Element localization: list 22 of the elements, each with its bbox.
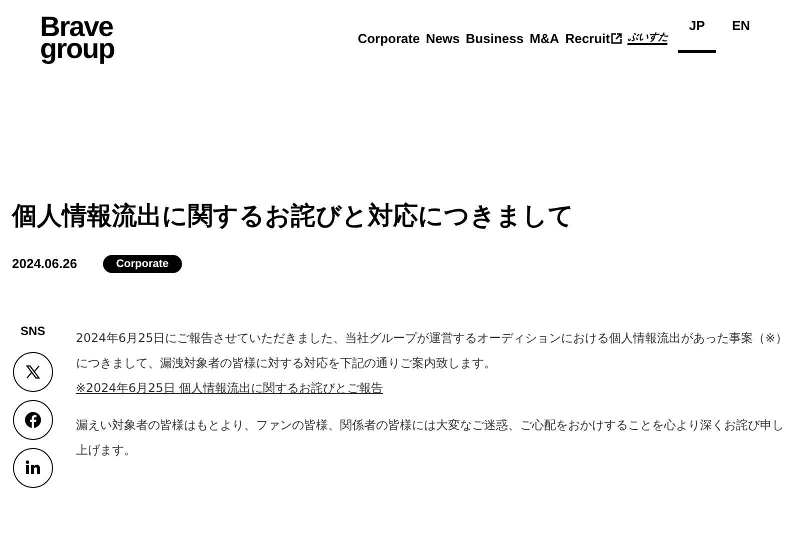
nav-link[interactable]: Business xyxy=(466,28,524,48)
article-date: 2024.06.26 xyxy=(12,255,78,273)
nav-link[interactable]: News xyxy=(426,28,460,48)
article-title: 個人情報流出に関するお詫びと対応につきまして xyxy=(12,200,575,232)
sns-label: SNS xyxy=(20,322,46,340)
nav-link[interactable]: Recruit xyxy=(565,28,622,48)
nav-link[interactable]: M&A xyxy=(530,28,560,48)
body-paragraph: 2024年6月25日にご報告させていただきました、当社グループが運営するオーディションにおける個人情報流出があった事案（※）につきまして、漏洩対象者の皆様に対する対応を下記の通りご案内致します。 xyxy=(76,330,788,372)
body-paragraph: 漏えい対象者の皆様はもとより、ファンの皆様、関係者の皆様には大変なご迷惑、ご心配をおかけすることを心より深くお詫び申し上げます。 xyxy=(76,416,785,458)
brand-logo[interactable]: ぶいすた xyxy=(627,32,669,45)
share-button[interactable] xyxy=(12,352,53,392)
language-tab[interactable]: JP xyxy=(678,16,716,52)
external-link-icon xyxy=(611,32,622,44)
share-button[interactable] xyxy=(12,400,53,440)
report-link[interactable]: ※2024年6月25日 個人情報流出に関するお詫びとご報告 xyxy=(76,376,384,400)
language-tab[interactable]: EN xyxy=(722,16,760,52)
x-icon xyxy=(24,362,42,380)
nav-link[interactable]: Corporate xyxy=(358,28,420,48)
facebook-icon xyxy=(24,410,42,428)
category-tag[interactable]: Corporate xyxy=(103,254,182,273)
share-button[interactable] xyxy=(12,448,53,488)
linkedin-icon xyxy=(24,458,42,476)
